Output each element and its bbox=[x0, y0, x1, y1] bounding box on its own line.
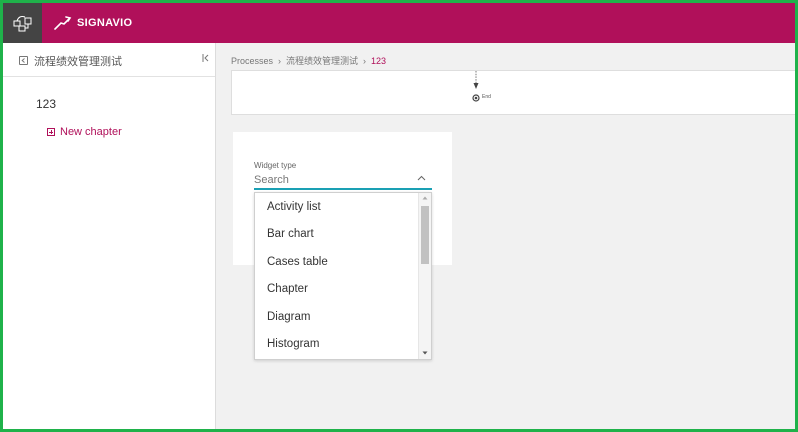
new-chapter-button[interactable]: New chapter bbox=[47, 126, 122, 138]
collapse-sidebar-icon bbox=[202, 54, 209, 62]
breadcrumb-separator-icon: › bbox=[278, 55, 282, 66]
breadcrumb-processes[interactable]: Processes bbox=[231, 56, 273, 66]
breadcrumb: Processes › 流程绩效管理测试 › 123 bbox=[231, 54, 386, 67]
scroll-thumb[interactable] bbox=[421, 206, 429, 264]
widget-type-dropdown[interactable]: Activity list Bar chart Cases table Chap… bbox=[254, 192, 432, 360]
dropdown-scrollbar[interactable] bbox=[418, 193, 431, 359]
end-event-label: End bbox=[482, 94, 491, 100]
scroll-down-icon[interactable] bbox=[422, 351, 428, 355]
sidebar-header: 流程绩效管理测试 bbox=[3, 43, 215, 77]
app-switcher-icon bbox=[13, 16, 31, 32]
scroll-up-icon[interactable] bbox=[422, 196, 428, 200]
back-icon bbox=[21, 58, 25, 63]
widget-type-label: Widget type bbox=[254, 161, 297, 170]
option-bar-chart[interactable]: Bar chart bbox=[267, 228, 314, 240]
option-chapter[interactable]: Chapter bbox=[267, 283, 308, 295]
chevron-up-icon[interactable] bbox=[417, 175, 426, 181]
top-bar: SIGNAVIO bbox=[3, 3, 795, 43]
app-window: SIGNAVIO 流程绩效管理测试 123 New chapter Proces… bbox=[0, 0, 798, 432]
diagram-preview[interactable]: End bbox=[231, 70, 795, 115]
process-title[interactable]: 流程绩效管理测试 bbox=[34, 53, 122, 69]
back-button[interactable] bbox=[19, 56, 28, 65]
option-histogram[interactable]: Histogram bbox=[267, 338, 319, 350]
option-diagram[interactable]: Diagram bbox=[267, 311, 310, 323]
widget-search-input[interactable] bbox=[254, 172, 404, 188]
new-chapter-label: New chapter bbox=[60, 126, 122, 138]
option-cases-table[interactable]: Cases table bbox=[267, 256, 328, 268]
widget-type-select[interactable] bbox=[254, 172, 432, 190]
breadcrumb-separator-icon: › bbox=[363, 55, 367, 66]
breadcrumb-process[interactable]: 流程绩效管理测试 bbox=[286, 54, 358, 67]
collapse-sidebar-button[interactable] bbox=[202, 53, 210, 66]
option-activity-list[interactable]: Activity list bbox=[267, 201, 321, 213]
breadcrumb-current: 123 bbox=[371, 55, 387, 66]
plus-icon bbox=[47, 128, 55, 136]
brand-name: SIGNAVIO bbox=[77, 17, 133, 29]
app-switcher-button[interactable] bbox=[3, 3, 42, 43]
document-name[interactable]: 123 bbox=[36, 97, 56, 111]
sidebar: 流程绩效管理测试 123 New chapter bbox=[3, 43, 216, 429]
gazelle-logo-icon bbox=[54, 16, 72, 30]
brand-logo[interactable]: SIGNAVIO bbox=[54, 13, 132, 33]
